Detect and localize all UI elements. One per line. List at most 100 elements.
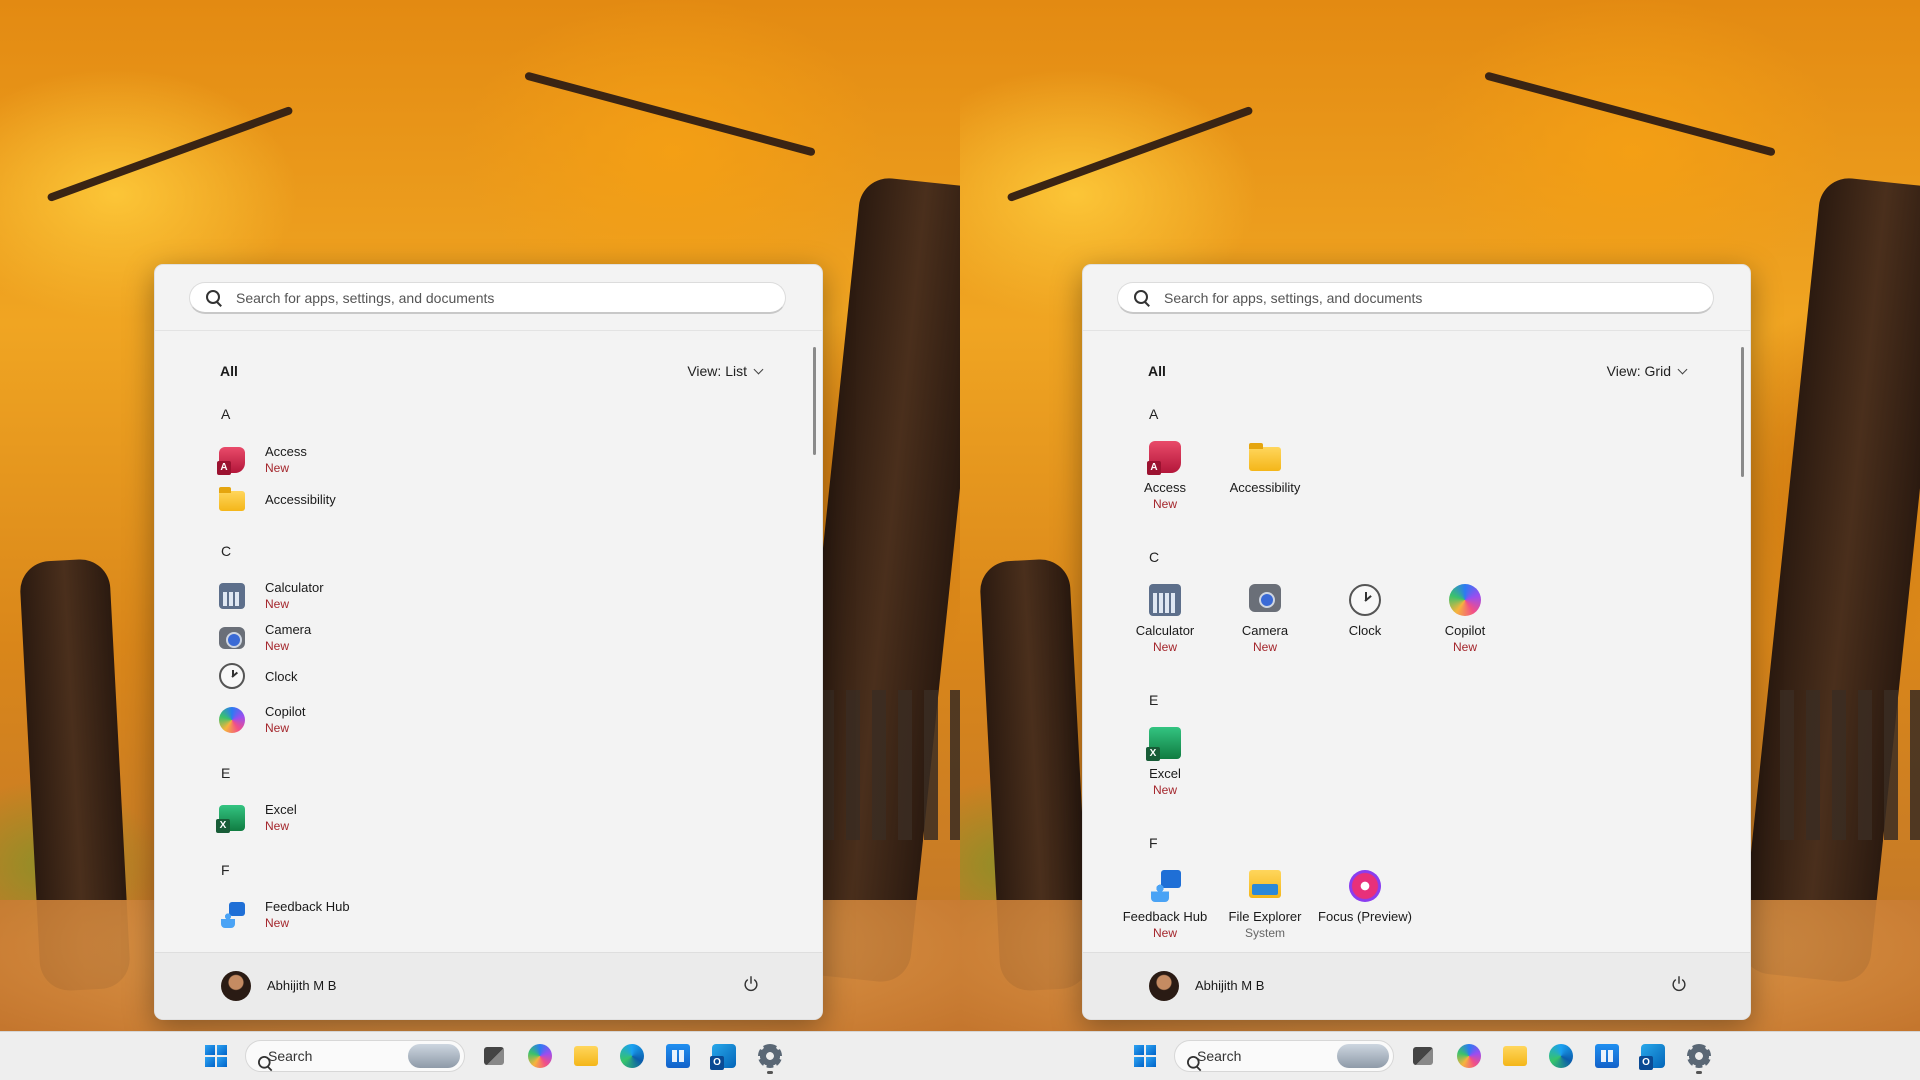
app-item-access[interactable]: Access New <box>217 443 307 477</box>
new-badge: New <box>265 819 290 833</box>
view-toggle-button[interactable]: View: List <box>687 363 764 379</box>
new-badge: New <box>1152 926 1177 940</box>
power-icon[interactable] <box>1670 975 1688 993</box>
clock-icon <box>1349 584 1381 616</box>
app-name: Calculator <box>265 580 324 595</box>
app-name: Excel <box>1149 766 1181 781</box>
windows-logo-icon <box>205 1045 227 1067</box>
start-footer: Abhijith M B <box>155 952 822 1019</box>
app-tile-excel[interactable]: Excel New <box>1115 727 1215 799</box>
wooden-fence <box>820 690 960 840</box>
search-icon <box>1134 289 1150 306</box>
edge-taskbar-button[interactable] <box>612 1036 652 1076</box>
app-item-accessibility[interactable]: Accessibility <box>219 487 336 511</box>
letter-header-e[interactable]: E <box>1149 692 1158 708</box>
app-item-clock[interactable]: Clock <box>219 663 298 689</box>
gear-icon <box>1687 1044 1711 1068</box>
new-badge: New <box>265 916 290 930</box>
task-view-button[interactable] <box>474 1036 514 1076</box>
taskbar-search-box[interactable]: Search <box>1174 1040 1394 1072</box>
settings-taskbar-button[interactable] <box>1679 1036 1719 1076</box>
app-name: Focus (Preview) <box>1318 909 1412 924</box>
start-search-input[interactable] <box>234 288 758 307</box>
app-tile-clock[interactable]: Clock <box>1315 584 1415 639</box>
outlook-taskbar-button[interactable] <box>1633 1036 1673 1076</box>
copilot-taskbar-button[interactable] <box>1449 1036 1489 1076</box>
outlook-icon <box>710 1044 736 1070</box>
letter-header-a[interactable]: A <box>221 406 230 422</box>
user-name-button[interactable]: Abhijith M B <box>1195 978 1264 993</box>
store-taskbar-button[interactable] <box>658 1036 698 1076</box>
copilot-taskbar-button[interactable] <box>520 1036 560 1076</box>
app-name: Copilot <box>265 704 306 719</box>
app-name: Accessibility <box>1229 480 1301 495</box>
app-name: Camera <box>1241 623 1289 638</box>
app-item-camera[interactable]: Camera New <box>219 621 311 655</box>
search-highlight-icon <box>1337 1044 1389 1068</box>
avatar[interactable] <box>1149 971 1179 1001</box>
new-badge: New <box>1252 640 1277 654</box>
app-item-excel[interactable]: Excel New <box>216 801 297 835</box>
app-name: Excel <box>265 802 297 817</box>
task-view-button[interactable] <box>1403 1036 1443 1076</box>
app-name: Copilot <box>1444 623 1486 638</box>
start-button[interactable] <box>1125 1036 1165 1076</box>
app-tile-accessibility[interactable]: Accessibility <box>1215 441 1315 496</box>
letter-header-e[interactable]: E <box>221 765 230 781</box>
app-name: Accessibility <box>265 491 336 507</box>
file-explorer-icon <box>574 1046 598 1066</box>
app-list: A Access New Accessibility C Calculator Ne… <box>155 395 822 953</box>
edge-icon <box>1549 1044 1573 1068</box>
app-item-calculator[interactable]: Calculator New <box>219 579 324 613</box>
avatar[interactable] <box>221 971 251 1001</box>
excel-icon <box>216 805 245 833</box>
app-tile-calculator[interactable]: Calculator New <box>1115 584 1215 656</box>
app-name: Feedback Hub <box>1122 909 1208 924</box>
app-tile-camera[interactable]: Camera New <box>1215 584 1315 656</box>
start-search-input[interactable] <box>1162 288 1686 307</box>
folder-icon <box>1249 443 1281 471</box>
view-toggle-label: View: Grid <box>1606 363 1671 379</box>
new-badge: New <box>1152 783 1177 797</box>
settings-taskbar-button[interactable] <box>750 1036 790 1076</box>
app-item-feedback-hub[interactable]: Feedback Hub New <box>219 898 350 932</box>
letter-header-c[interactable]: C <box>1149 549 1159 565</box>
app-item-copilot[interactable]: Copilot New <box>219 703 305 737</box>
app-tile-copilot[interactable]: Copilot New <box>1415 584 1515 656</box>
app-name: Feedback Hub <box>265 899 350 914</box>
letter-header-a[interactable]: A <box>1149 406 1158 422</box>
letter-header-f[interactable]: F <box>221 862 230 878</box>
app-tile-feedback-hub[interactable]: Feedback Hub New <box>1115 870 1215 942</box>
file-explorer-taskbar-button[interactable] <box>566 1036 606 1076</box>
letter-header-c[interactable]: C <box>221 543 231 559</box>
file-explorer-taskbar-button[interactable] <box>1495 1036 1535 1076</box>
power-icon[interactable] <box>742 975 760 993</box>
access-icon <box>217 447 245 475</box>
copilot-icon <box>1449 584 1481 616</box>
taskbar-search-box[interactable]: Search <box>245 1040 465 1072</box>
letter-header-f[interactable]: F <box>1149 835 1158 851</box>
app-tile-access[interactable]: Access New <box>1115 441 1215 513</box>
calculator-icon <box>219 583 245 609</box>
edge-taskbar-button[interactable] <box>1541 1036 1581 1076</box>
desktop-left: All View: List A Access New Accessibility… <box>0 0 960 1080</box>
app-name: Calculator <box>1135 623 1195 638</box>
file-explorer-icon <box>1503 1046 1527 1066</box>
windows-logo-icon <box>1134 1045 1156 1067</box>
taskbar-search-label: Search <box>1197 1048 1242 1064</box>
app-tile-file-explorer[interactable]: File Explorer System <box>1215 870 1315 942</box>
task-view-icon <box>484 1047 504 1065</box>
start-search-box[interactable] <box>189 282 786 314</box>
user-name-button[interactable]: Abhijith M B <box>267 978 336 993</box>
camera-icon <box>1249 584 1281 612</box>
store-icon <box>1595 1044 1619 1068</box>
start-button[interactable] <box>196 1036 236 1076</box>
app-name: Access <box>265 444 307 459</box>
store-taskbar-button[interactable] <box>1587 1036 1627 1076</box>
view-toggle-button[interactable]: View: Grid <box>1606 363 1688 379</box>
new-badge: New <box>1152 497 1177 511</box>
app-tile-focus[interactable]: Focus (Preview) <box>1315 870 1415 925</box>
search-highlight-icon <box>408 1044 460 1068</box>
start-search-box[interactable] <box>1117 282 1714 314</box>
outlook-taskbar-button[interactable] <box>704 1036 744 1076</box>
